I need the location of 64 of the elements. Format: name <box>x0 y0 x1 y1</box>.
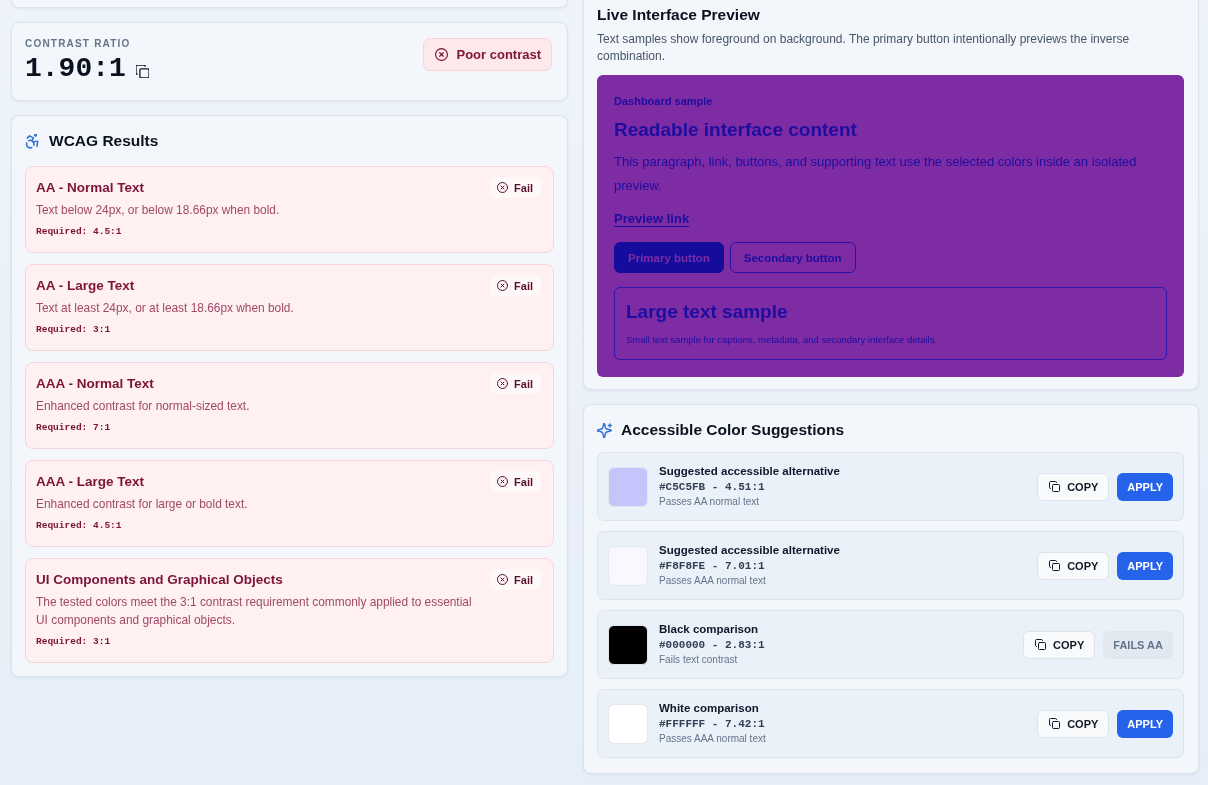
copy-button[interactable]: COPY <box>1037 551 1110 580</box>
contrast-label: CONTRAST RATIO <box>25 37 132 50</box>
copy-icon <box>1049 560 1061 571</box>
result-description: The tested colors meet the 3:1 contrast requirement commonly applied to essential UI components and graphical objects. <box>36 594 473 629</box>
required-ratio: Required: 4.5:1 <box>36 225 123 239</box>
sample-eyebrow: Dashboard sample <box>614 94 713 109</box>
sample-heading: Readable interface content <box>614 118 857 142</box>
suggestion-note: Passes AAA normal text <box>659 574 767 588</box>
result-title: AAA - Large Text <box>36 473 145 491</box>
suggestion-note: Fails text contrast <box>659 653 739 667</box>
apply-button[interactable]: APPLY <box>1117 709 1173 738</box>
section-title: Live Interface Preview <box>597 5 761 25</box>
suggestion-value: #C5C5FB - 4.51:1 <box>659 480 766 495</box>
verdict-label: Fail <box>514 279 533 292</box>
result-description: Enhanced contrast for large or bold text. <box>36 496 249 513</box>
required-ratio: Required: 3:1 <box>36 635 112 649</box>
result-description: Text at least 24px, or at least 18.66px when bold. <box>36 300 295 317</box>
apply-button[interactable]: APPLY <box>1117 472 1173 501</box>
suggestion-title: White comparison <box>659 701 760 716</box>
x-circle-icon <box>497 182 509 193</box>
x-circle-icon <box>497 574 509 585</box>
suggestion-title: Suggested accessible alternative <box>659 543 841 558</box>
copy-button[interactable]: COPY <box>1023 630 1096 659</box>
result-title: UI Components and Graphical Objects <box>36 571 284 589</box>
copy-icon <box>1049 718 1061 729</box>
copy-icon <box>1049 481 1061 492</box>
verdict-label: Fail <box>514 181 533 194</box>
suggestion-value: #000000 - 2.83:1 <box>659 638 766 653</box>
x-circle-icon <box>497 378 509 389</box>
suggestion-title: Suggested accessible alternative <box>659 464 841 479</box>
x-circle-icon <box>497 280 509 291</box>
result-title: AA - Normal Text <box>36 179 145 197</box>
verdict-label: Fail <box>514 377 533 390</box>
sample-paragraph: This paragraph, link, buttons, and supporting text use the selected colors inside an isolated preview. <box>614 153 1138 195</box>
section-title: Accessible Color Suggestions <box>621 420 845 440</box>
wheelchair-icon <box>25 133 40 149</box>
verdict-label: Fail <box>514 573 533 586</box>
suggestion-note: Passes AA normal text <box>659 495 761 509</box>
section-title: WCAG Results <box>49 131 159 151</box>
apply-button[interactable]: APPLY <box>1117 551 1173 580</box>
x-circle-icon <box>435 48 449 61</box>
suggestion-note: Passes AAA normal text <box>659 732 767 746</box>
x-circle-icon <box>497 476 509 487</box>
suggestion-title: Black comparison <box>659 622 760 637</box>
copy-icon <box>1035 639 1047 650</box>
verdict-label: Fail <box>514 475 533 488</box>
suggestion-value: #F8F8FE - 7.01:1 <box>659 559 766 574</box>
small-text-sample: Small text sample for captions, metadata, and secondary interface details. <box>626 333 939 347</box>
copy-icon[interactable] <box>135 64 149 78</box>
result-description: Text below 24px, or below 18.66px when bold. <box>36 202 281 219</box>
large-text-sample: Large text sample <box>626 300 789 324</box>
section-description: Text samples show foreground on background. The primary button intentionally previews the inverse combination. <box>597 31 1131 65</box>
required-ratio: Required: 7:1 <box>36 421 112 435</box>
sparkle-icon <box>597 422 612 438</box>
copy-button[interactable]: COPY <box>1037 472 1110 501</box>
suggestion-value: #FFFFFF - 7.42:1 <box>659 717 766 732</box>
contrast-ratio-value: 1.90:1 <box>25 52 126 86</box>
required-ratio: Required: 4.5:1 <box>36 519 123 533</box>
copy-button[interactable]: COPY <box>1037 709 1110 738</box>
status-label: Poor contrast <box>456 47 541 62</box>
result-title: AAA - Normal Text <box>36 375 155 393</box>
required-ratio: Required: 3:1 <box>36 323 112 337</box>
result-description: Enhanced contrast for normal-sized text. <box>36 398 251 415</box>
result-title: AA - Large Text <box>36 277 136 295</box>
